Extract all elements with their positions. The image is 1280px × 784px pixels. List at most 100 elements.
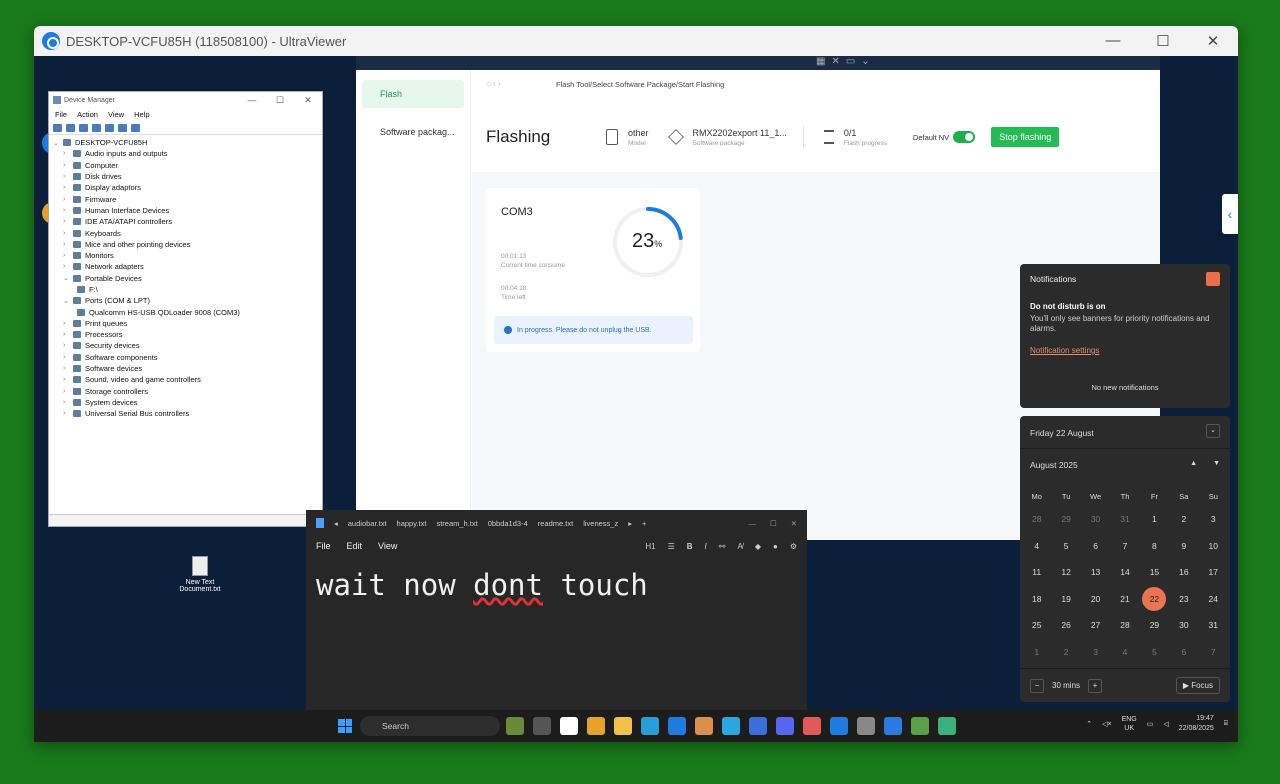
minus-button[interactable]: −	[1030, 678, 1044, 693]
calendar-day[interactable]: 23	[1169, 586, 1198, 613]
calendar-day[interactable]: 29	[1051, 506, 1080, 533]
calendar-day[interactable]: 31	[1110, 506, 1139, 533]
list-icon[interactable]: ☰	[668, 542, 675, 551]
chevron-right-icon[interactable]: ›	[63, 196, 73, 203]
taskbar-app-icon[interactable]	[668, 717, 686, 735]
tree-item[interactable]: › Universal Serial Bus controllers	[53, 408, 318, 419]
notepad-tab[interactable]: stream_h.txt	[436, 519, 477, 528]
calendar-day[interactable]: 3	[1081, 639, 1110, 666]
chevron-right-icon[interactable]: ›	[63, 331, 73, 338]
chevron-down-icon[interactable]: ⌄	[1206, 424, 1220, 438]
tree-item[interactable]: ⌄ Ports (COM & LPT)	[53, 295, 318, 306]
tree-item[interactable]: › IDE ATA/ATAPI controllers	[53, 216, 318, 227]
tree-item[interactable]: › Mice and other pointing devices	[53, 239, 318, 250]
np-menu-view[interactable]: View	[378, 541, 397, 551]
tree-item[interactable]: › Firmware	[53, 193, 318, 204]
chevron-right-icon[interactable]: ›	[63, 388, 73, 395]
scan-icon[interactable]	[105, 123, 114, 132]
calendar-day[interactable]: 19	[1051, 586, 1080, 613]
np-close-button[interactable]: ✕	[791, 519, 797, 528]
taskbar-app-icon[interactable]	[884, 717, 902, 735]
calendar-day[interactable]: 24	[1199, 586, 1228, 613]
taskbar-app-icon[interactable]	[506, 717, 524, 735]
chevron-right-icon[interactable]: ›	[63, 207, 73, 214]
taskbar-app-icon[interactable]	[830, 717, 848, 735]
chevron-down-icon[interactable]: ⌄	[63, 297, 73, 305]
notepad-tab[interactable]: happy.txt	[397, 519, 427, 528]
back-icon[interactable]	[53, 123, 62, 132]
calendar-day[interactable]: 2	[1051, 639, 1080, 666]
taskbar-app-icon[interactable]	[803, 717, 821, 735]
calendar-day[interactable]: 15	[1140, 559, 1169, 586]
calendar-day[interactable]: 4	[1022, 533, 1051, 560]
tree-item[interactable]: F:\	[53, 284, 318, 295]
taskbar-app-icon[interactable]	[560, 717, 578, 735]
tree-item[interactable]: Qualcomm HS-USB QDLoader 9008 (COM3)	[53, 306, 318, 317]
calendar-day[interactable]: 6	[1081, 533, 1110, 560]
np-menu-file[interactable]: File	[316, 541, 331, 551]
calendar-day[interactable]: 28	[1110, 612, 1139, 639]
notepad-tab[interactable]: 0bbda1d3-4	[488, 519, 528, 528]
stop-flashing-button[interactable]: Stop flashing	[991, 127, 1060, 147]
taskbar-app-icon[interactable]	[938, 717, 956, 735]
calendar-day-today[interactable]: 22	[1140, 586, 1169, 613]
tree-item[interactable]: › Display adaptors	[53, 182, 318, 193]
notepad-tab[interactable]: readme.txt	[538, 519, 573, 528]
notification-center-icon[interactable]: ⌸	[1224, 720, 1228, 728]
tree-item[interactable]: › Human Interface Devices	[53, 205, 318, 216]
taskbar-app-icon[interactable]	[587, 717, 605, 735]
tree-root[interactable]: ⌄ DESKTOP-VCFU85H	[53, 137, 318, 148]
grid-icon[interactable]: ▦	[816, 56, 825, 70]
calendar-day[interactable]: 1	[1140, 506, 1169, 533]
tree-item[interactable]: › Monitors	[53, 250, 318, 261]
notepad-tab[interactable]: audiobar.txt	[348, 519, 387, 528]
chevron-up-icon[interactable]: ▲	[1190, 460, 1197, 467]
close-button[interactable]: ✕	[1188, 32, 1238, 50]
calendar-day[interactable]: 30	[1081, 506, 1110, 533]
calendar-day[interactable]: 8	[1140, 533, 1169, 560]
properties-icon[interactable]	[79, 123, 88, 132]
calendar-day[interactable]: 28	[1022, 506, 1051, 533]
chevron-right-icon[interactable]: ›	[63, 410, 73, 417]
notepad-editor[interactable]: wait now dont touch	[306, 556, 807, 614]
calendar-day[interactable]: 10	[1199, 533, 1228, 560]
forward-icon[interactable]	[66, 123, 75, 132]
calendar-day[interactable]: 14	[1110, 559, 1139, 586]
chevron-right-icon[interactable]: ›	[63, 230, 73, 237]
fullscreen-icon[interactable]: ✕	[831, 56, 839, 70]
tree-item[interactable]: › Software components	[53, 352, 318, 363]
tree-item[interactable]: › Storage controllers	[53, 386, 318, 397]
taskbar-app-icon[interactable]	[533, 717, 551, 735]
calendar-day[interactable]: 7	[1110, 533, 1139, 560]
tree-item[interactable]: › Print queues	[53, 318, 318, 329]
volume-icon[interactable]: ◁	[1163, 720, 1168, 728]
calendar-day[interactable]: 21	[1110, 586, 1139, 613]
calendar-day[interactable]: 26	[1051, 612, 1080, 639]
taskbar-app-icon[interactable]	[722, 717, 740, 735]
calendar-day[interactable]: 27	[1081, 612, 1110, 639]
tree-item[interactable]: › Network adapters	[53, 261, 318, 272]
calendar-day[interactable]: 6	[1169, 639, 1198, 666]
clear-format-icon[interactable]: A̸	[737, 542, 742, 551]
chevron-right-icon[interactable]: ›	[63, 218, 73, 225]
network-icon[interactable]: ▭	[1147, 720, 1154, 728]
chevron-right-icon[interactable]: ›	[63, 263, 73, 270]
dm-minimize-button[interactable]: —	[238, 95, 266, 106]
new-tab-button[interactable]: +	[642, 519, 646, 528]
calendar-day[interactable]: 4	[1110, 639, 1139, 666]
tree-item[interactable]: › Security devices	[53, 340, 318, 351]
calendar-day[interactable]: 5	[1051, 533, 1080, 560]
tree-item[interactable]: › Sound, video and game controllers	[53, 374, 318, 385]
remote-desktop[interactable]: Device Manager — ☐ ✕ File Action View He…	[34, 56, 1238, 742]
dm-close-button[interactable]: ✕	[294, 95, 322, 106]
nav-arrows-icon[interactable]: ⌂ ‹ ›	[486, 79, 501, 88]
taskbar-app-icon[interactable]	[641, 717, 659, 735]
calendar-day[interactable]: 9	[1169, 533, 1198, 560]
help-icon[interactable]	[92, 123, 101, 132]
dm-menu-help[interactable]: Help	[134, 110, 149, 119]
tab-scroll-right-icon[interactable]: ▸	[628, 519, 632, 528]
monitor-icon[interactable]	[131, 123, 140, 132]
taskbar-app-icon[interactable]	[749, 717, 767, 735]
calendar-day[interactable]: 31	[1199, 612, 1228, 639]
chevron-right-icon[interactable]: ›	[63, 342, 73, 349]
